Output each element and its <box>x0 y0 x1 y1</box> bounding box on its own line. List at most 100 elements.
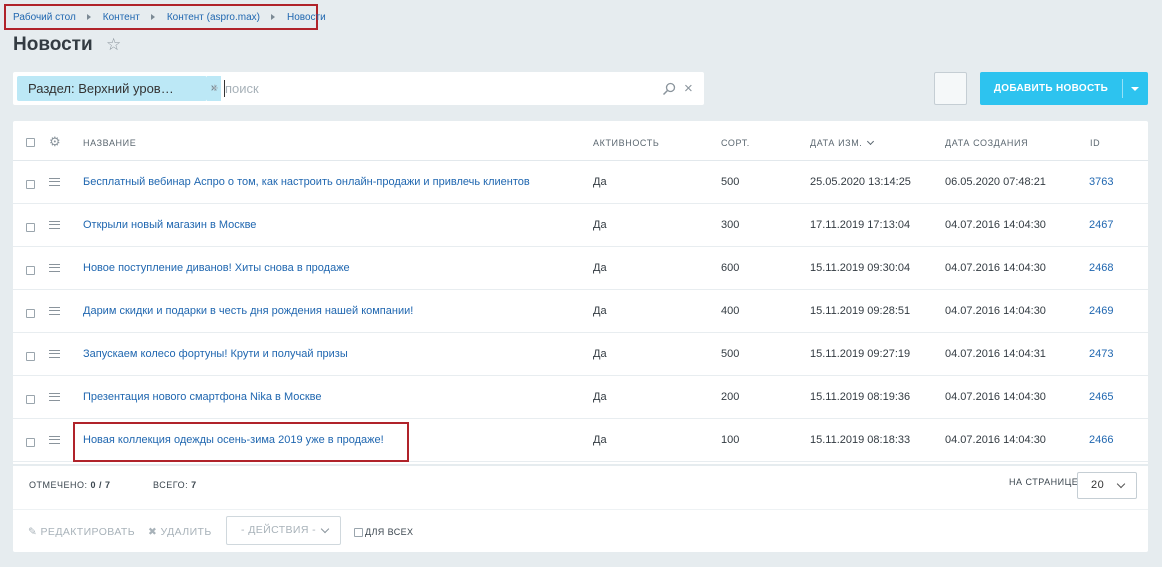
total-count-label: ВСЕГО: <box>153 480 189 490</box>
row-id-link[interactable]: 2473 <box>1089 348 1113 360</box>
table-row[interactable]: Запускаем колесо фортуны! Крути и получа… <box>13 333 1148 376</box>
row-checkbox[interactable] <box>26 309 35 318</box>
row-created: 04.07.2016 14:04:31 <box>945 348 1046 360</box>
chevron-right-icon <box>271 14 275 20</box>
for-all-checkbox[interactable] <box>354 528 363 537</box>
search-input[interactable] <box>225 79 645 98</box>
row-created: 04.07.2016 14:04:30 <box>945 219 1046 231</box>
drag-handle-icon[interactable] <box>49 221 60 229</box>
row-modified: 15.11.2019 09:28:51 <box>810 305 911 317</box>
breadcrumb-content[interactable]: Контент <box>103 12 140 23</box>
row-modified: 15.11.2019 08:19:36 <box>810 391 911 403</box>
selected-count: ОТМЕЧЕНО: 0 / 7 <box>29 480 111 490</box>
breadcrumb-desktop[interactable]: Рабочий стол <box>13 12 76 23</box>
actions-select[interactable]: - ДЕЙСТВИЯ - <box>226 516 341 545</box>
table-row[interactable]: Дарим скидки и подарки в честь дня рожде… <box>13 290 1148 333</box>
drag-handle-icon[interactable] <box>49 178 60 186</box>
chevron-down-icon <box>320 524 330 534</box>
drag-handle-icon[interactable] <box>49 350 60 358</box>
button-divider <box>1122 79 1123 98</box>
delete-button[interactable]: ✖ УДАЛИТЬ <box>148 526 212 538</box>
delete-icon: ✖ <box>148 526 158 538</box>
for-all-label: ДЛЯ ВСЕХ <box>365 527 414 537</box>
row-name-link[interactable]: Запускаем колесо фортуны! Крути и получа… <box>83 348 348 360</box>
chevron-down-icon[interactable] <box>1131 87 1139 91</box>
chevron-right-icon <box>86 14 91 20</box>
table-row[interactable]: Бесплатный вебинар Аспро о том, как наст… <box>13 161 1148 204</box>
grid-settings-button[interactable] <box>934 72 967 105</box>
row-active: Да <box>593 348 607 360</box>
row-checkbox[interactable] <box>26 395 35 404</box>
row-sort: 200 <box>721 391 740 403</box>
breadcrumb-content-aspro[interactable]: Контент (aspro.max) <box>167 12 260 23</box>
row-checkbox[interactable] <box>26 223 35 232</box>
filter-tag[interactable]: Раздел: Верхний уров… <box>17 76 207 101</box>
row-id-link[interactable]: 2465 <box>1089 391 1113 403</box>
row-checkbox[interactable] <box>26 266 35 275</box>
table-row[interactable]: Новое поступление диванов! Хиты снова в … <box>13 247 1148 290</box>
drag-handle-icon[interactable] <box>49 393 60 401</box>
row-name-link[interactable]: Дарим скидки и подарки в честь дня рожде… <box>83 305 413 317</box>
row-modified: 25.05.2020 13:14:25 <box>810 176 911 188</box>
row-checkbox[interactable] <box>26 352 35 361</box>
footer-divider <box>13 464 1148 466</box>
drag-handle-icon[interactable] <box>49 307 60 315</box>
row-checkbox[interactable] <box>26 438 35 447</box>
actions-select-value: - ДЕЙСТВИЯ - <box>241 524 317 536</box>
clear-search-icon[interactable]: × <box>684 80 693 97</box>
row-name-link[interactable]: Новое поступление диванов! Хиты снова в … <box>83 262 350 274</box>
row-id-link[interactable]: 2468 <box>1089 262 1113 274</box>
per-page-select[interactable]: 20 <box>1077 472 1137 499</box>
row-modified: 15.11.2019 09:30:04 <box>810 262 911 274</box>
column-header-created[interactable]: ДАТА СОЗДАНИЯ <box>945 138 1028 148</box>
total-count: ВСЕГО: 7 <box>153 480 197 490</box>
table-row[interactable]: Открыли новый магазин в Москве Да 300 17… <box>13 204 1148 247</box>
row-sort: 100 <box>721 434 740 446</box>
edit-button[interactable]: ✎ РЕДАКТИРОВАТЬ <box>28 526 135 538</box>
row-active: Да <box>593 262 607 274</box>
row-id-link[interactable]: 3763 <box>1089 176 1113 188</box>
total-count-value: 7 <box>191 480 197 490</box>
row-name-link[interactable]: Новая коллекция одежды осень-зима 2019 у… <box>83 434 384 446</box>
add-news-button[interactable]: ДОБАВИТЬ НОВОСТЬ <box>980 72 1148 105</box>
row-name-link[interactable]: Презентация нового смартфона Nika в Моск… <box>83 391 322 403</box>
row-name-link[interactable]: Открыли новый магазин в Москве <box>83 219 256 231</box>
row-created: 04.07.2016 14:04:30 <box>945 305 1046 317</box>
drag-handle-icon[interactable] <box>49 264 60 272</box>
row-checkbox[interactable] <box>26 180 35 189</box>
add-news-button-label: ДОБАВИТЬ НОВОСТЬ <box>993 83 1109 94</box>
row-sort: 300 <box>721 219 740 231</box>
plus-icon[interactable]: + <box>211 80 219 95</box>
select-all-checkbox[interactable] <box>26 138 35 147</box>
drag-handle-icon[interactable] <box>49 436 60 444</box>
column-header-active[interactable]: АКТИВНОСТЬ <box>593 138 659 148</box>
pencil-icon: ✎ <box>28 526 38 538</box>
column-header-id[interactable]: ID <box>1090 138 1100 148</box>
per-page-value: 20 <box>1091 479 1105 491</box>
breadcrumb: Рабочий стол Контент Контент (aspro.max)… <box>4 4 326 30</box>
filter-bar: Раздел: Верхний уров… × + × <box>13 72 704 105</box>
table-row[interactable]: Презентация нового смартфона Nika в Моск… <box>13 376 1148 419</box>
column-header-modified[interactable]: ДАТА ИЗМ. <box>810 137 875 148</box>
column-header-modified-label: ДАТА ИЗМ. <box>810 138 863 148</box>
column-header-name[interactable]: НАЗВАНИЕ <box>83 138 136 148</box>
table-row[interactable]: Новая коллекция одежды осень-зима 2019 у… <box>13 419 1148 462</box>
search-icon[interactable] <box>662 82 676 96</box>
row-id-link[interactable]: 2469 <box>1089 305 1113 317</box>
row-id-link[interactable]: 2467 <box>1089 219 1113 231</box>
news-grid: ⚙ НАЗВАНИЕ АКТИВНОСТЬ СОРТ. ДАТА ИЗМ. ДА… <box>13 121 1148 552</box>
row-created: 04.07.2016 14:04:30 <box>945 391 1046 403</box>
row-modified: 17.11.2019 17:13:04 <box>810 219 911 231</box>
gear-icon[interactable]: ⚙ <box>49 134 61 150</box>
row-sort: 500 <box>721 176 740 188</box>
row-id-link[interactable]: 2466 <box>1089 434 1113 446</box>
row-name-link[interactable]: Бесплатный вебинар Аспро о том, как наст… <box>83 176 530 188</box>
page-title: Новости <box>13 34 93 55</box>
row-created: 04.07.2016 14:04:30 <box>945 262 1046 274</box>
breadcrumb-news[interactable]: Новости <box>287 12 326 23</box>
row-modified: 15.11.2019 09:27:19 <box>810 348 911 360</box>
column-header-sort[interactable]: СОРТ. <box>721 138 750 148</box>
selected-count-label: ОТМЕЧЕНО: <box>29 480 88 490</box>
row-modified: 15.11.2019 08:18:33 <box>810 434 911 446</box>
star-icon[interactable]: ☆ <box>106 35 121 55</box>
